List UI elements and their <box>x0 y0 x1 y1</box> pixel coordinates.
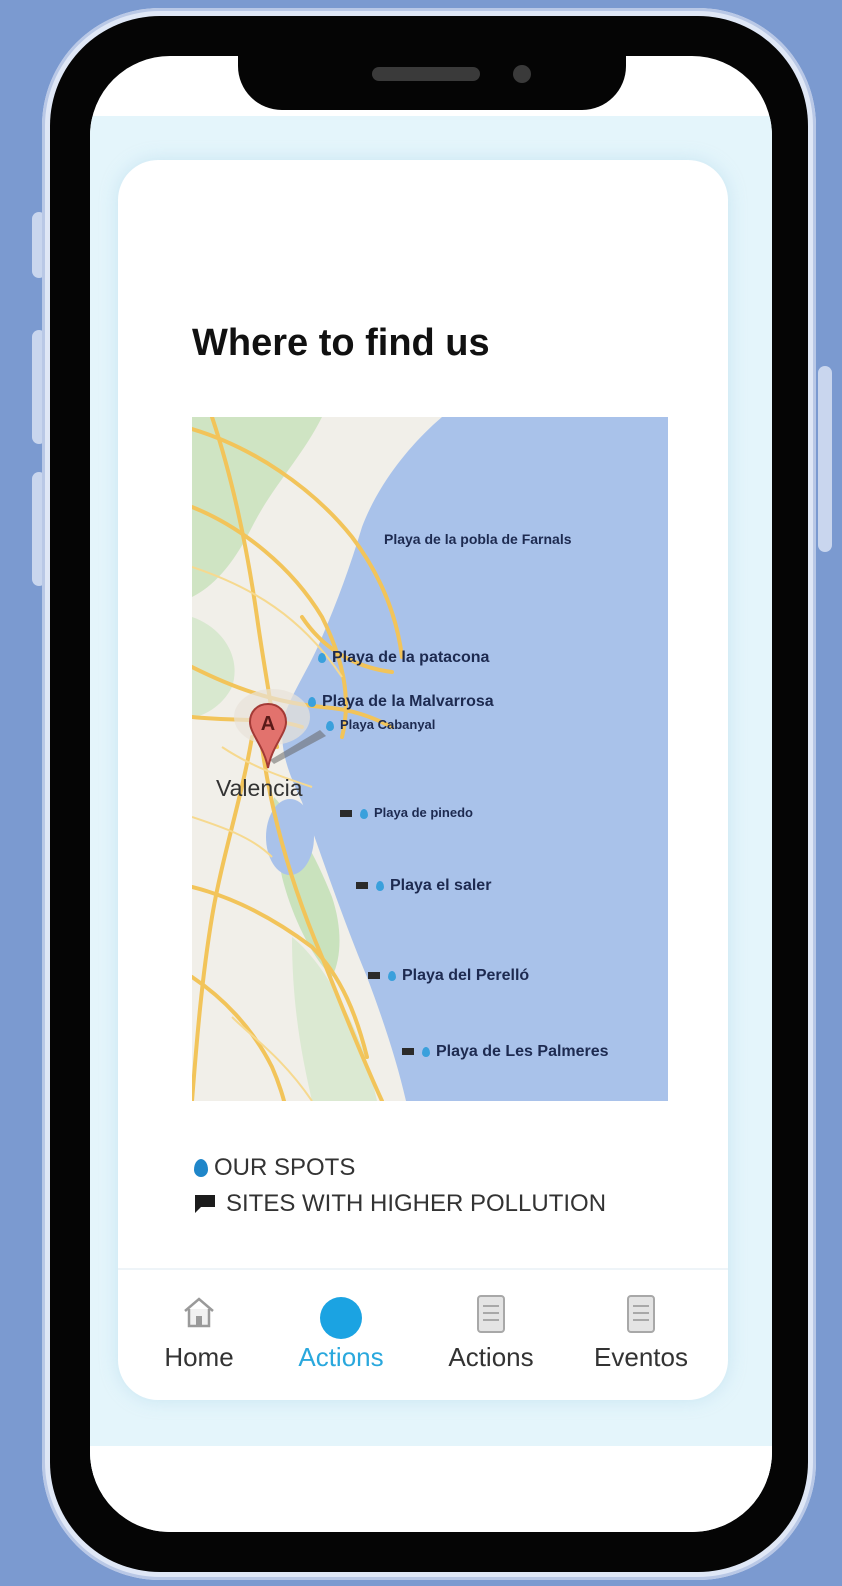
spot-drop-icon <box>422 1046 430 1057</box>
legend-spots-label: OUR SPOTS <box>214 1154 356 1181</box>
speaker-grille <box>372 67 480 81</box>
map-pin-icon[interactable]: A <box>248 700 328 776</box>
water-drop-icon <box>194 1159 208 1177</box>
legend-spots: OUR SPOTS <box>194 1150 606 1186</box>
city-label: Valencia <box>216 775 303 801</box>
document-icon <box>627 1295 655 1333</box>
beach-label-cabanyal: Playa Cabanyal <box>326 717 435 732</box>
page-title: Where to find us <box>192 322 490 364</box>
beach-label-farnals: Playa de la pobla de Farnals <box>384 531 572 547</box>
spot-drop-icon <box>376 880 384 891</box>
map-pin-label: A <box>261 713 275 735</box>
power-button <box>818 366 832 552</box>
legend-pollution-label: SITES WITH HIGHER POLLUTION <box>226 1190 607 1217</box>
nav-item-home[interactable]: Home <box>124 1280 274 1390</box>
screen-bottom-area <box>90 1446 772 1532</box>
nav-divider <box>118 1268 728 1270</box>
beach-label-palmeres: Playa de Les Palmeres <box>402 1043 609 1061</box>
beach-label-perello: Playa del Perelló <box>368 967 529 985</box>
nav-label-actions-active: Actions <box>298 1342 384 1372</box>
nav-label-home: Home <box>164 1342 234 1372</box>
front-camera <box>513 65 531 83</box>
pollution-flag-icon <box>340 810 352 818</box>
nav-item-actions[interactable]: Actions <box>416 1280 566 1390</box>
spot-drop-icon <box>318 652 326 663</box>
flag-icon <box>195 1195 215 1213</box>
nav-label-eventos: Eventos <box>594 1342 688 1372</box>
bottom-navigation: Home Actions Actions Eventos <box>118 1280 728 1390</box>
pollution-flag-icon <box>368 972 380 980</box>
legend-pollution: SITES WITH HIGHER POLLUTION <box>194 1186 606 1222</box>
beach-label-malvarrosa: Playa de la Malvarrosa <box>308 693 494 711</box>
circle-icon <box>320 1297 362 1339</box>
beach-label-patacona: Playa de la patacona <box>318 649 489 667</box>
document-icon <box>477 1295 505 1333</box>
nav-item-actions-active[interactable]: Actions <box>266 1280 416 1390</box>
nav-item-eventos[interactable]: Eventos <box>566 1280 716 1390</box>
pollution-flag-icon <box>402 1048 414 1056</box>
beach-label-pinedo: Playa de pinedo <box>340 805 473 820</box>
beach-label-saler: Playa el saler <box>356 877 491 895</box>
spot-drop-icon <box>388 970 396 981</box>
map-legend: OUR SPOTS SITES WITH HIGHER POLLUTION <box>194 1150 606 1222</box>
home-icon <box>184 1297 214 1328</box>
spot-drop-icon <box>360 808 368 819</box>
pollution-flag-icon <box>356 882 368 890</box>
nav-label-actions: Actions <box>448 1342 534 1372</box>
